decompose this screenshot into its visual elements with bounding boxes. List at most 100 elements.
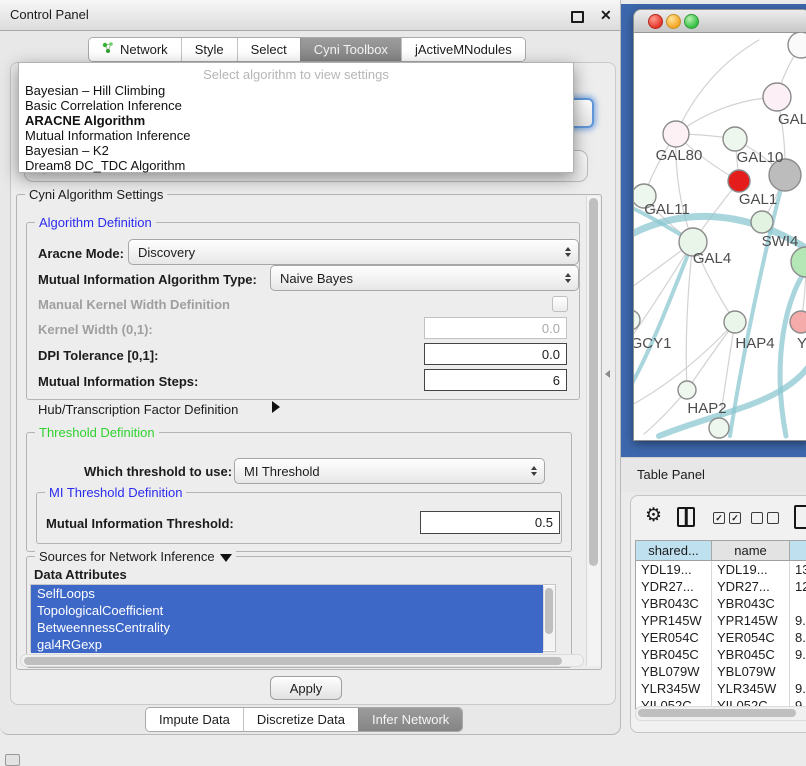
tab-label: Discretize Data (257, 712, 345, 727)
attribute-item-topologicalcoefficient[interactable]: TopologicalCoefficient (31, 602, 543, 619)
deselect-all-icon[interactable] (751, 512, 779, 524)
algorithm-option-mutual-information-inference[interactable]: Mutual Information Inference (19, 128, 573, 143)
tab-jactivemnodules[interactable]: jActiveMNodules (401, 38, 525, 61)
sources-group-title[interactable]: Sources for Network Inference (35, 549, 236, 564)
network-node[interactable] (709, 418, 729, 438)
algorithm-option-bayesian-hill-climbing[interactable]: Bayesian – Hill Climbing (19, 83, 573, 98)
network-node[interactable] (791, 247, 806, 277)
attribute-item-selfloops[interactable]: SelfLoops (31, 585, 543, 602)
table-row[interactable]: YER054CYER054C8. (636, 629, 806, 646)
mi-steps-field[interactable]: 6 (424, 369, 567, 391)
new-table-icon[interactable] (794, 505, 806, 529)
zoom-traffic-light-icon[interactable] (684, 14, 699, 29)
node-label-swi4: SWI4 (762, 233, 799, 250)
algorithm-option-aracne-algorithm[interactable]: ARACNE Algorithm (19, 113, 573, 128)
tab-network[interactable]: Network (89, 38, 181, 61)
attribute-item-betweennesscentrality[interactable]: BetweennessCentrality (31, 619, 543, 636)
tab-discretize-data[interactable]: Discretize Data (243, 708, 358, 731)
table-row[interactable]: YPR145WYPR145W9. (636, 612, 806, 629)
table-row[interactable]: YDR27...YDR27...12 (636, 578, 806, 595)
algorithm-option-basic-correlation-inference[interactable]: Basic Correlation Inference (19, 98, 573, 113)
tab-style[interactable]: Style (181, 38, 237, 61)
mi-threshold-field[interactable]: 0.5 (420, 511, 560, 534)
hub-definition-label[interactable]: Hub/Transcription Factor Definition (38, 402, 238, 417)
table-horizontal-scrollbar[interactable] (635, 706, 806, 721)
attribute-item-gal4rgexp[interactable]: gal4RGexp (31, 636, 543, 653)
table-row[interactable]: YLR345WYLR345W9. (636, 680, 806, 697)
network-node-gal80[interactable] (663, 121, 689, 147)
settings-gear-icon[interactable]: ⚙ (645, 506, 662, 525)
tab-label: Select (251, 42, 287, 57)
network-node-hap2[interactable] (678, 381, 696, 399)
node-label-hap4: HAP4 (735, 335, 774, 352)
node-label-gcy1: GCY1 (634, 335, 671, 352)
data-attributes-label: Data Attributes (34, 567, 127, 582)
algorithm-option-dream8-dc-tdc-algorithm[interactable]: Dream8 DC_TDC Algorithm (19, 158, 573, 173)
node-label-gal1: GAL1 (739, 191, 777, 208)
tab-label: Cyni Toolbox (314, 42, 388, 57)
expand-arrow-icon[interactable] (272, 401, 280, 413)
which-threshold-label: Which threshold to use: (84, 464, 232, 479)
mi-type-combo[interactable]: Naive Bayes (270, 265, 579, 291)
algorithm-popup-list: Bayesian – Hill ClimbingBasic Correlatio… (19, 83, 573, 173)
table-row[interactable]: YBR045CYBR045C9. (636, 646, 806, 663)
manual-kernel-checkbox[interactable] (552, 296, 568, 312)
data-attributes-list[interactable]: SelfLoopsTopologicalCoefficientBetweenne… (30, 584, 556, 652)
manual-kernel-label: Manual Kernel Width Definition (38, 297, 230, 312)
panel-title: Control Panel (10, 0, 89, 30)
network-node-gcy1[interactable] (634, 310, 640, 330)
list-vertical-scrollbar[interactable] (543, 586, 555, 650)
table-row[interactable]: YDL19...YDL19...13 (636, 561, 806, 578)
network-edge (676, 40, 759, 134)
table-cell (790, 595, 806, 612)
network-node-swi4[interactable] (751, 211, 773, 233)
column-header-shared[interactable]: shared... (636, 541, 712, 560)
mi-threshold-group-title: MI Threshold Definition (45, 485, 186, 500)
network-node-hap4[interactable] (724, 311, 746, 333)
table-panel-body: ⚙ ✓✓ shared...nameA YDL19...YDL19...13YD… (630, 495, 806, 733)
select-all-icon[interactable]: ✓✓ (713, 512, 741, 524)
network-node-y[interactable] (790, 311, 806, 333)
table-panel-titlebar: Table Panel (621, 457, 806, 492)
tab-select[interactable]: Select (237, 38, 300, 61)
bottom-tabs: Impute Data Discretize Data Infer Network (145, 707, 463, 732)
settings-vertical-scrollbar[interactable] (586, 196, 600, 666)
column-view-icon[interactable] (677, 507, 695, 527)
kernel-width-field[interactable]: 0.0 (424, 317, 567, 339)
apply-button[interactable]: Apply (270, 676, 342, 700)
aracne-mode-combo[interactable]: Discovery (128, 239, 579, 265)
splitter-collapse-icon[interactable] (605, 370, 610, 378)
table-cell: YPR145W (712, 612, 790, 629)
tab-infer-network[interactable]: Infer Network (358, 708, 462, 731)
network-node-gal10[interactable] (723, 127, 747, 151)
network-edge (634, 242, 693, 394)
column-header-name[interactable]: name (712, 541, 790, 560)
algorithm-option-bayesian-k2[interactable]: Bayesian – K2 (19, 143, 573, 158)
table-row[interactable]: YBR043CYBR043C (636, 595, 806, 612)
float-window-icon[interactable] (571, 11, 584, 23)
network-window-titlebar (634, 10, 806, 33)
minimized-panel-icon[interactable] (5, 754, 20, 766)
tab-cyni-toolbox[interactable]: Cyni Toolbox (300, 38, 401, 61)
settings-horizontal-scrollbar[interactable] (20, 654, 584, 667)
network-node-gal1[interactable] (728, 170, 750, 192)
table-cell: 9. (790, 680, 806, 697)
network-canvas[interactable]: GALGAL80GAL10GAL1GAL11SWI4GAL4GCY1HAP4YH… (634, 32, 806, 440)
table-cell: YBL079W (636, 663, 712, 680)
column-header-a[interactable]: A (790, 541, 806, 560)
table-row[interactable]: YBL079WYBL079W (636, 663, 806, 680)
table-cell: YBR043C (636, 595, 712, 612)
dpi-tolerance-field[interactable]: 0.0 (424, 343, 567, 365)
control-panel-titlebar: Control Panel ✕ (0, 0, 620, 31)
network-edge (687, 322, 735, 390)
table-cell: YLR345W (636, 680, 712, 697)
table-cell: 13 (790, 561, 806, 578)
which-threshold-combo[interactable]: MI Threshold (234, 458, 545, 484)
close-icon[interactable]: ✕ (600, 6, 612, 24)
minimize-traffic-light-icon[interactable] (666, 14, 681, 29)
tab-impute-data[interactable]: Impute Data (146, 708, 243, 731)
close-traffic-light-icon[interactable] (648, 14, 663, 29)
network-node[interactable] (788, 32, 806, 58)
network-node-gal[interactable] (763, 83, 791, 111)
table-cell: 8. (790, 629, 806, 646)
